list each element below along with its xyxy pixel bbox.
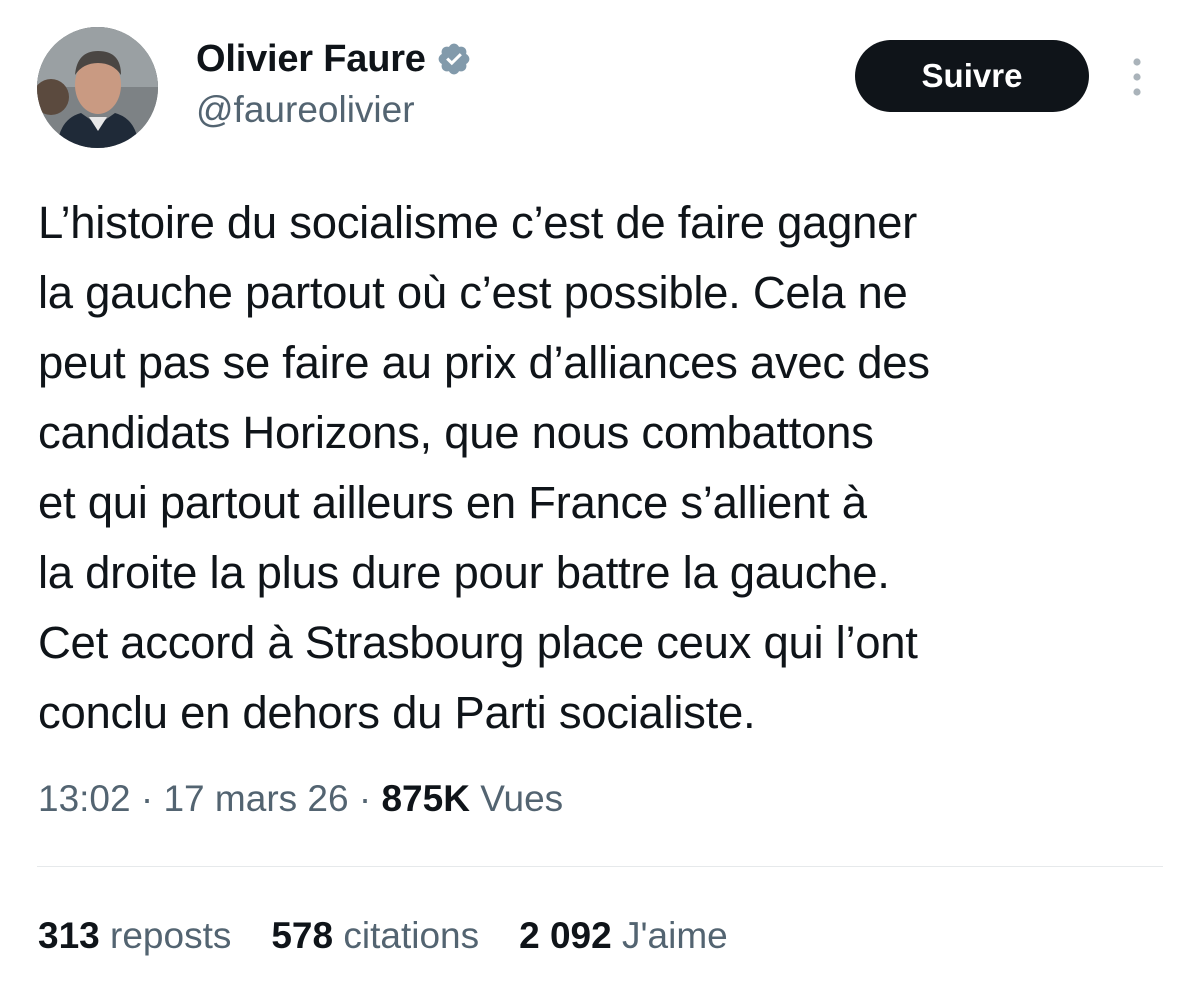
reposts-count: 313 [38,915,100,956]
tweet-date[interactable]: 17 mars 26 [163,778,348,819]
verified-badge-icon[interactable] [436,41,472,77]
reposts-stat[interactable]: 313 reposts [38,915,231,957]
likes-label: J'aime [621,915,728,956]
tweet-text: L’histoire du socialisme c’est de faire … [38,188,1178,748]
tweet-meta: 13:02 · 17 mars 26 · 875K Vues [38,778,563,820]
tweet-card: Olivier Faure @faureolivier Suivre L’his… [0,0,1200,995]
quotes-stat[interactable]: 578 citations [271,915,479,957]
engagement-stats: 313 reposts 578 citations 2 092 J'aime [38,915,768,957]
more-vertical-icon[interactable] [1126,56,1148,98]
tweet-time[interactable]: 13:02 [38,778,131,819]
tweet-text-line: peut pas se faire au prix d’alliances av… [38,337,930,388]
tweet-text-line: L’histoire du socialisme c’est de faire … [38,197,917,248]
meta-separator: · [140,778,154,819]
display-name[interactable]: Olivier Faure [196,38,426,81]
display-name-row: Olivier Faure [196,33,472,85]
avatar-photo [37,27,158,148]
tweet-text-line: candidats Horizons, que nous combattons [38,407,874,458]
avatar[interactable] [37,27,158,148]
handle[interactable]: @faureolivier [196,89,472,131]
views-count[interactable]: 875K [381,778,469,819]
reposts-label: reposts [110,915,232,956]
tweet-text-line: Cet accord à Strasbourg place ceux qui l… [38,617,918,668]
divider [37,866,1163,867]
quotes-count: 578 [271,915,334,956]
likes-count: 2 092 [519,915,612,956]
quotes-label: citations [343,915,480,956]
author-info: Olivier Faure @faureolivier [196,33,472,131]
tweet-text-line: conclu en dehors du Parti socialiste. [38,687,756,738]
tweet-text-line: la droite la plus dure pour battre la ga… [38,547,890,598]
follow-button[interactable]: Suivre [855,40,1089,112]
views-label[interactable]: Vues [480,778,563,819]
tweet-text-line: la gauche partout où c’est possible. Cel… [38,267,908,318]
meta-separator: · [358,778,372,819]
tweet-text-line: et qui partout ailleurs en France s’alli… [38,477,867,528]
likes-stat[interactable]: 2 092 J'aime [519,915,728,957]
